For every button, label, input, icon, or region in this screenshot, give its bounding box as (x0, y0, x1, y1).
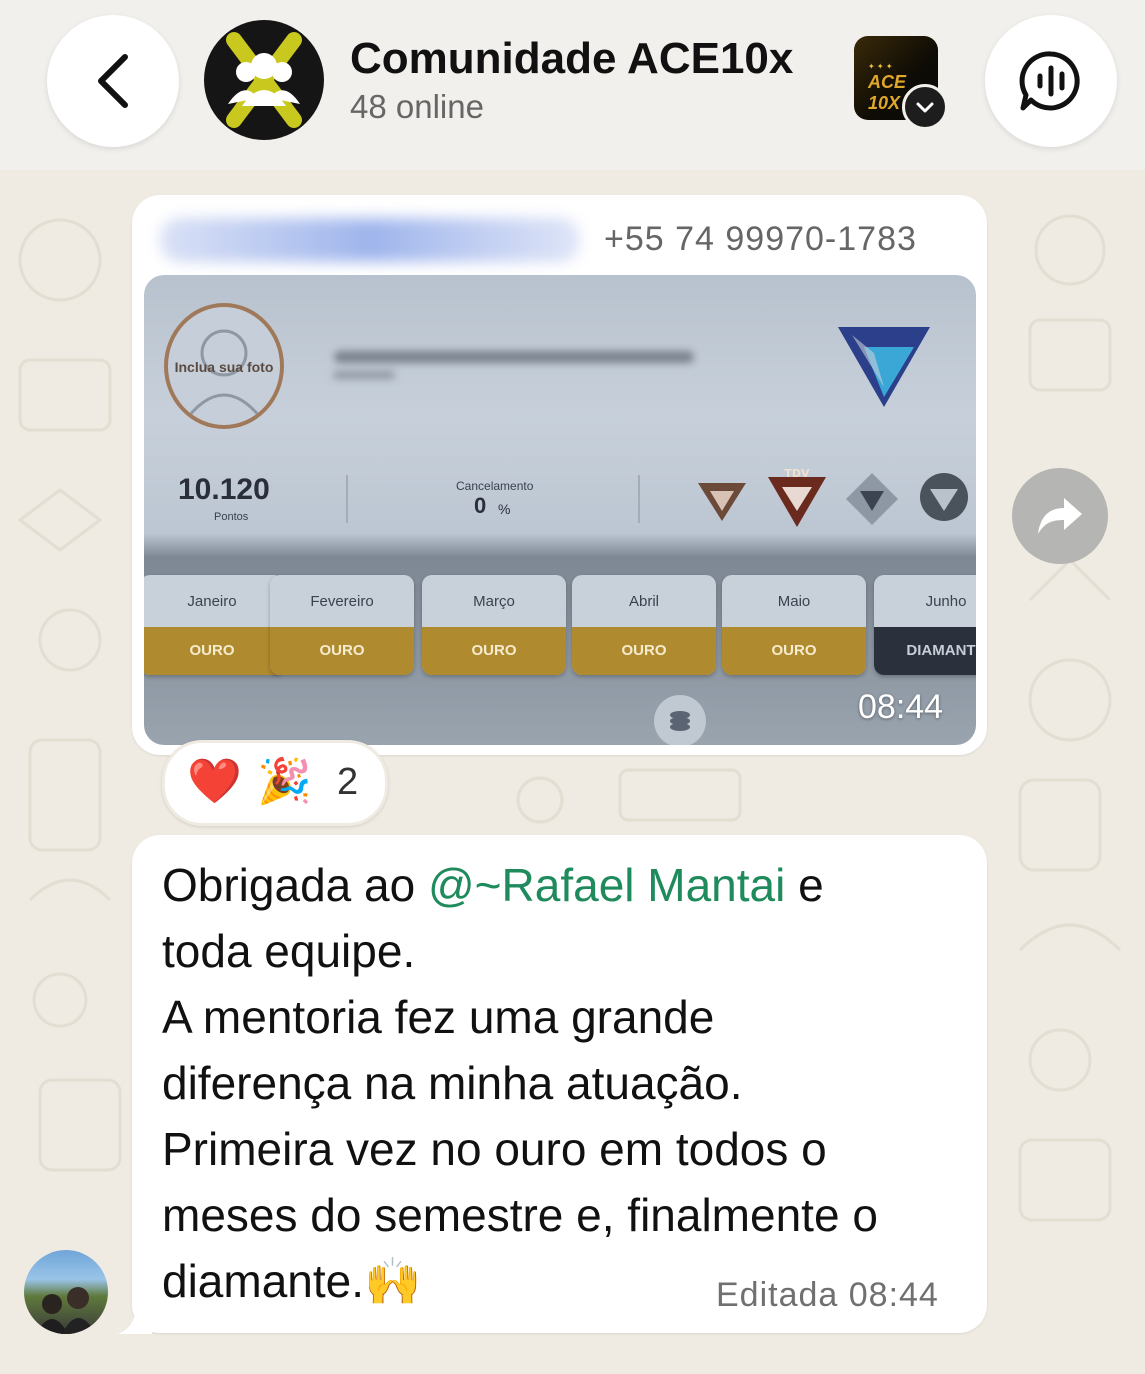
group-avatar[interactable] (204, 20, 324, 140)
photo-divider (638, 475, 640, 523)
month-tier: OURO (722, 627, 866, 675)
community-check-badge (902, 84, 948, 130)
message-line: diferença na minha atuação. (162, 1057, 743, 1109)
edited-timestamp: Editada 08:44 (716, 1276, 939, 1314)
month-card: Janeiro OURO (144, 575, 284, 675)
party-popper-reaction-icon: 🎉 (257, 757, 312, 806)
photo-points-label: Pontos (214, 511, 249, 523)
photo-points-value: 10.120 (178, 473, 270, 506)
photo-divider (346, 475, 348, 523)
message-after-mention: e (785, 859, 824, 911)
coins-icon (654, 695, 706, 745)
back-button[interactable] (47, 15, 179, 147)
chevron-left-icon (98, 54, 128, 108)
silver-badge-icon (846, 473, 898, 525)
photo-cancel-value: 0 (474, 493, 487, 518)
bubble-tail (118, 1300, 152, 1334)
month-name: Janeiro (187, 593, 237, 610)
month-tier: OURO (572, 627, 716, 675)
month-tier: OURO (422, 627, 566, 675)
bronze-badge-icon (698, 483, 746, 521)
tdv-badge-label: TDV (784, 467, 810, 480)
photo-cancel-label: Cancelamento (456, 479, 534, 493)
month-tier: OURO (144, 627, 284, 675)
message-line: A mentoria fez uma grande (162, 991, 715, 1043)
photo-blurred-name (334, 351, 694, 363)
voice-chat-icon (1019, 51, 1080, 111)
message-photo[interactable]: Inclua sua foto 10.120 Pontos Cancelamen… (144, 275, 976, 745)
month-tier: OURO (270, 627, 414, 675)
month-card: Março OURO (422, 575, 566, 675)
message-line: Primeira vez no ouro em todos o (162, 1123, 827, 1175)
sender-phone[interactable]: +55 74 99970-1783 (604, 220, 917, 259)
month-card: Abril OURO (572, 575, 716, 675)
ace-thumb-stars: ✦ ✦ ✦ (868, 62, 893, 71)
dark-badge-icon (920, 473, 968, 521)
sender-avatar[interactable] (24, 1250, 108, 1334)
month-name: Março (473, 593, 515, 610)
photo-profile-caption: Inclua sua foto (174, 359, 274, 375)
heart-reaction-icon: ❤️ (187, 757, 242, 806)
month-name: Abril (628, 593, 659, 610)
chat-title[interactable]: Comunidade ACE10x (350, 34, 793, 84)
group-people-icon (226, 32, 302, 128)
month-name: Fevereiro (310, 593, 374, 610)
reaction-count: 2 (337, 761, 359, 803)
mention-link[interactable]: @~Rafael Mantai (428, 859, 785, 911)
image-message-time: 08:44 (858, 688, 944, 726)
sender-name-blurred (160, 218, 580, 262)
message-line: meses do semestre e, finalmente o (162, 1189, 878, 1241)
month-name: Junho (925, 593, 967, 610)
brand-v-logo-icon (838, 327, 930, 407)
message-prefix: Obrigada ao (162, 859, 428, 911)
month-name: Maio (777, 593, 811, 610)
avatar-photo (36, 1287, 96, 1334)
photo-cancel-unit: % (498, 501, 511, 517)
photo-profile-placeholder: Inclua sua foto (164, 303, 284, 429)
message-text: Obrigada ao @~Rafael Mantai e toda equip… (162, 852, 962, 1314)
chevron-down-icon (916, 102, 934, 113)
forward-arrow-icon (1038, 498, 1082, 534)
tdv-badge-icon: TDV (768, 467, 826, 527)
month-card: Junho DIAMANTE (874, 575, 976, 675)
forward-button[interactable] (1012, 468, 1108, 564)
message-line: toda equipe. (162, 925, 416, 977)
month-card: Maio OURO (722, 575, 866, 675)
online-count: 48 online (350, 88, 484, 125)
photo-blurred-subtitle (334, 371, 394, 379)
month-tier: DIAMANTE (874, 627, 976, 675)
reactions-pill[interactable]: ❤️ 🎉 2 (162, 740, 388, 826)
month-card: Fevereiro OURO (270, 575, 414, 675)
community-thumbnail[interactable]: ✦ ✦ ✦ ACE 10X (854, 36, 948, 130)
voice-chat-button[interactable] (985, 15, 1117, 147)
message-line: Obrigada ao @~Rafael Mantai e (162, 852, 962, 918)
